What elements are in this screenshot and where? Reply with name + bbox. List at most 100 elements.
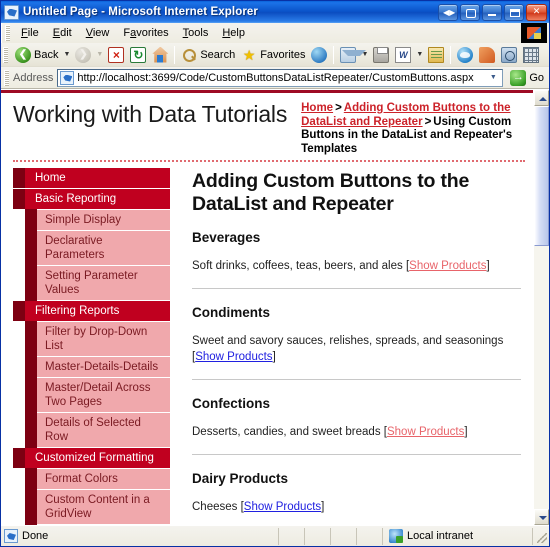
sidebar-item-simple-display[interactable]: Simple Display — [25, 209, 170, 231]
sidebar-item-home[interactable]: Home — [13, 168, 170, 189]
mail-button[interactable] — [337, 44, 367, 66]
address-label: Address — [13, 71, 54, 84]
menu-edit[interactable]: Edit — [46, 25, 79, 41]
status-cell-3 — [331, 527, 357, 545]
page-body: Home Basic Reporting Simple Display Decl… — [13, 162, 525, 525]
address-url-text: http://localhost:3699/Code/CustomButtons… — [77, 71, 474, 84]
sidebar-item-filtering-reports[interactable]: Filtering Reports — [13, 301, 170, 322]
print-button[interactable] — [370, 44, 392, 66]
go-label: Go — [529, 71, 544, 84]
messenger-icon — [457, 46, 474, 63]
minimize-button[interactable] — [482, 3, 502, 21]
search-icon — [181, 47, 197, 63]
sidebar-item-filter-by-drop-down-list[interactable]: Filter by Drop-Down List — [25, 321, 170, 357]
sidebar-item-master-detail-across-two-pages[interactable]: Master/Detail Across Two Pages — [25, 377, 170, 413]
bracket-close: ] — [486, 260, 490, 272]
grid-icon — [523, 46, 540, 63]
sidebar-item-basic-reporting[interactable]: Basic Reporting — [13, 189, 170, 210]
show-products-link[interactable]: Show Products — [195, 351, 272, 363]
edit-word-button[interactable] — [392, 44, 414, 66]
category-description-row: Sweet and savory sauces, relishes, sprea… — [192, 333, 521, 365]
show-products-link[interactable]: Show Products — [409, 260, 486, 272]
menu-favorites[interactable]: Favorites — [116, 25, 175, 41]
refresh-icon — [130, 46, 147, 63]
close-button[interactable]: ✕ — [526, 3, 547, 21]
category-divider — [192, 288, 521, 289]
page-icon — [60, 70, 75, 85]
category-block-confections: Confections Desserts, candies, and sweet… — [192, 396, 521, 440]
back-history-dropdown-icon[interactable]: ▼ — [63, 51, 70, 58]
bracket-close: ] — [464, 426, 468, 438]
page-viewport: Working with Data Tutorials Home > Adding … — [1, 89, 549, 525]
menu-view[interactable]: View — [79, 25, 117, 41]
stop-icon — [108, 46, 125, 63]
window-group-button[interactable] — [460, 3, 480, 21]
status-cell-1 — [279, 527, 305, 545]
sidebar-item-declarative-parameters[interactable]: Declarative Parameters — [25, 230, 170, 266]
favorites-button[interactable]: Favorites — [238, 44, 308, 66]
category-description: Soft drinks, coffees, teas, beers, and a… — [192, 260, 403, 272]
go-button[interactable]: Go — [507, 69, 547, 86]
sidebar-item-format-colors[interactable]: Format Colors — [25, 468, 170, 490]
sidebar-item-customized-formatting[interactable]: Customized Formatting — [13, 448, 170, 469]
show-products-link[interactable]: Show Products — [244, 501, 321, 513]
resize-grip[interactable] — [533, 528, 549, 545]
breadcrumb-home-link[interactable]: Home — [301, 102, 333, 114]
messenger-button[interactable] — [454, 44, 476, 66]
forward-history-dropdown-icon: ▼ — [96, 51, 104, 58]
sidebar-item-master-details-details[interactable]: Master-Details-Details — [25, 356, 170, 378]
category-description-row: Cheeses [Show Products] — [192, 499, 521, 515]
sidebar-item-custom-content-in-a-gridview[interactable]: Custom Content in a GridView — [25, 489, 170, 525]
menu-tools[interactable]: Tools — [176, 25, 216, 41]
sidebar-item-label: Declarative Parameters — [45, 235, 105, 261]
sidebar-item-label: Master-Details-Details — [45, 361, 159, 373]
status-page-icon — [4, 529, 18, 543]
scrollbar-track[interactable] — [534, 106, 549, 509]
discuss-icon — [479, 46, 496, 63]
toolbar-drag-handle[interactable] — [3, 46, 8, 63]
breadcrumb-sep-1: > — [335, 102, 342, 114]
back-button[interactable]: ❮ Back — [12, 44, 61, 66]
sidebar-item-label: Home — [35, 172, 66, 184]
refresh-button[interactable] — [127, 44, 149, 66]
mail-icon — [340, 46, 367, 63]
sidebar-item-details-of-selected-row[interactable]: Details of Selected Row — [25, 412, 170, 448]
address-drag-handle[interactable] — [4, 69, 9, 86]
media-button[interactable] — [308, 44, 330, 66]
security-zone[interactable]: Local intranet — [383, 527, 533, 545]
star-icon — [241, 47, 257, 63]
grid-button[interactable] — [520, 44, 542, 66]
show-products-link[interactable]: Show Products — [387, 426, 464, 438]
maximize-button[interactable] — [504, 3, 524, 21]
scrollbar-thumb[interactable] — [534, 106, 549, 246]
menu-help[interactable]: Help — [215, 25, 252, 41]
local-intranet-icon — [389, 529, 403, 543]
sidebar-item-setting-parameter-values[interactable]: Setting Parameter Values — [25, 265, 170, 301]
edit-page-icon — [428, 46, 445, 63]
word-icon — [395, 46, 412, 63]
menu-drag-handle[interactable] — [5, 25, 10, 41]
discuss-button[interactable] — [476, 44, 498, 66]
bracket-close: ] — [272, 351, 276, 363]
chevron-down-icon[interactable]: ▼ — [485, 70, 501, 86]
edit-button[interactable] — [425, 44, 447, 66]
media-globe-icon — [311, 46, 328, 63]
menu-file[interactable]: File — [14, 25, 46, 41]
restore-down-group-button[interactable]: ◀▶ — [438, 3, 458, 21]
address-input[interactable]: http://localhost:3699/Code/CustomButtons… — [57, 68, 504, 87]
category-name: Condiments — [192, 305, 271, 320]
scroll-up-button[interactable] — [534, 90, 549, 106]
category-description: Sweet and savory sauces, relishes, sprea… — [192, 335, 504, 347]
page-content: Working with Data Tutorials Home > Adding … — [1, 90, 533, 525]
scroll-down-button[interactable] — [534, 509, 549, 525]
research-button[interactable] — [498, 44, 520, 66]
search-button[interactable]: Search — [178, 44, 238, 66]
sidebar-item-label: Master/Detail Across Two Pages — [45, 382, 151, 408]
edit-dropdown-icon[interactable]: ▼ — [416, 51, 423, 58]
category-name: Beverages — [192, 230, 261, 245]
stop-button[interactable] — [105, 44, 127, 66]
vertical-scrollbar[interactable] — [533, 90, 549, 525]
category-divider — [192, 379, 521, 380]
printer-icon — [373, 46, 390, 63]
home-button[interactable] — [149, 44, 171, 66]
